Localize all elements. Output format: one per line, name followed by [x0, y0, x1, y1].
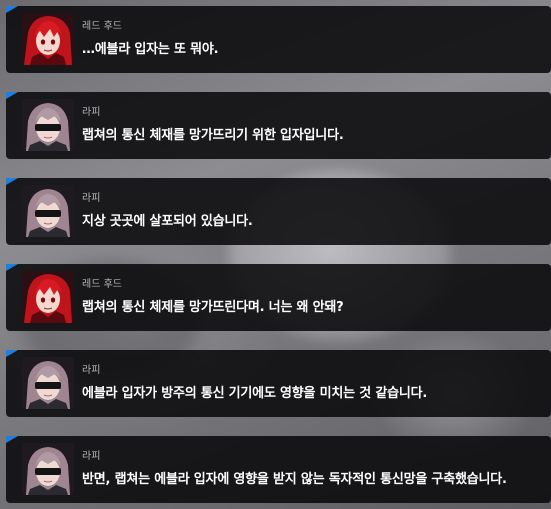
dialogue-text: …에블라 입자는 또 뭐야.: [82, 42, 219, 57]
speaker-name: 레드 후드: [82, 279, 122, 290]
dialogue-entry[interactable]: 라피 에블라 입자가 방주의 통신 기기에도 영향을 미치는 것 같습니다.: [6, 350, 551, 417]
red-hood-portrait-icon: [22, 13, 74, 65]
dialogue-entry[interactable]: 라피 랩쳐의 통신 체재를 망가뜨리기 위한 입자입니다.: [6, 92, 551, 159]
red-hood-portrait-icon: [22, 271, 74, 323]
rapi-portrait-icon: [22, 357, 74, 409]
speaker-name: 라피: [82, 451, 101, 462]
speaker-name: 라피: [82, 193, 101, 204]
dialogue-entry[interactable]: 라피 반면, 랩쳐는 에블라 입자에 영향을 받지 않는 독자적인 통신망을 구…: [6, 436, 551, 503]
rapi-portrait-icon: [22, 99, 74, 151]
rapi-portrait-icon: [22, 443, 74, 495]
dialogue-text: 에블라 입자가 방주의 통신 기기에도 영향을 미치는 것 같습니다.: [82, 386, 428, 401]
speaker-name: 라피: [82, 107, 101, 118]
dialogue-text: 랩쳐의 통신 체제를 망가뜨린다며. 너는 왜 안돼?: [82, 300, 344, 315]
dialogue-entry[interactable]: 레드 후드 …에블라 입자는 또 뭐야.: [6, 6, 551, 73]
dialogue-text: 반면, 랩쳐는 에블라 입자에 영향을 받지 않는 독자적인 통신망을 구축했습…: [82, 472, 507, 487]
rapi-portrait-icon: [22, 185, 74, 237]
speaker-name: 라피: [82, 365, 101, 376]
dialogue-text: 랩쳐의 통신 체재를 망가뜨리기 위한 입자입니다.: [82, 128, 344, 143]
dialogue-entry[interactable]: 레드 후드 랩쳐의 통신 체제를 망가뜨린다며. 너는 왜 안돼?: [6, 264, 551, 331]
dialogue-text: 지상 곳곳에 살포되어 있습니다.: [82, 214, 253, 229]
speaker-name: 레드 후드: [82, 21, 122, 32]
dialogue-entry[interactable]: 라피 지상 곳곳에 살포되어 있습니다.: [6, 178, 551, 245]
